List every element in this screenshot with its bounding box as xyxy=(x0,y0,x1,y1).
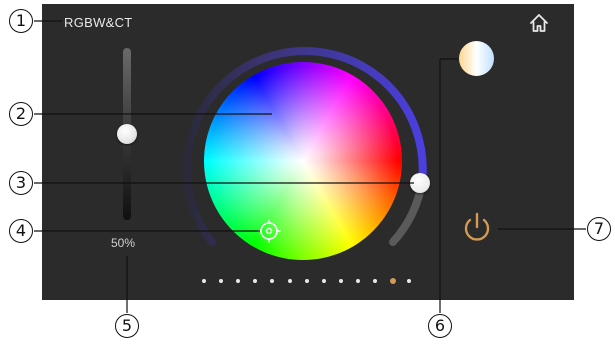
callout-1: 1 xyxy=(9,9,33,33)
callout-5: 5 xyxy=(115,314,139,338)
callout-4: 4 xyxy=(9,219,33,243)
callout-leader-lines xyxy=(34,20,586,313)
callout-7: 7 xyxy=(587,217,611,241)
callout-3: 3 xyxy=(9,171,33,195)
callout-2: 2 xyxy=(9,102,33,126)
callout-6: 6 xyxy=(428,314,452,338)
screenshot-root: RGBW&CT 50% 1 2 3 4 5 6 7 xyxy=(0,0,615,347)
